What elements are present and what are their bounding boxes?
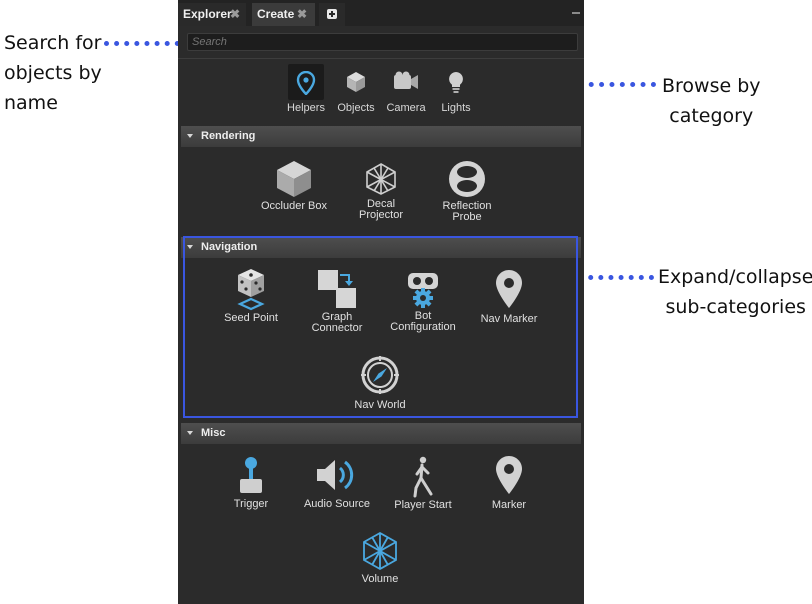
item-label: Occluder Box <box>260 200 328 212</box>
tab-explorer[interactable]: Explorer ✖ <box>178 3 246 26</box>
navigation-highlight-box <box>183 236 578 418</box>
item-label: Decal Projector <box>358 198 404 221</box>
item-label: Audio Source <box>303 498 371 510</box>
map-pin-icon <box>496 456 522 494</box>
close-icon[interactable]: ✖ <box>297 3 307 26</box>
section-title: Rendering <box>201 130 256 142</box>
callout-search: Search for objects by name <box>4 32 102 114</box>
cube-icon <box>347 72 365 92</box>
panel-menu-icon[interactable] <box>572 12 580 14</box>
item-decal-projector[interactable]: Decal Projector <box>336 162 426 221</box>
category-helpers[interactable]: Helpers <box>286 64 326 116</box>
collapse-arrow-icon[interactable] <box>187 431 193 435</box>
category-label: Lights <box>441 102 471 114</box>
speaker-icon <box>317 460 354 490</box>
add-tab-button[interactable] <box>319 3 345 26</box>
location-pin-icon <box>296 71 316 95</box>
item-volume[interactable]: Volume <box>335 531 425 585</box>
item-trigger[interactable]: Trigger <box>206 456 296 510</box>
joystick-icon <box>240 457 262 493</box>
wire-cube-icon <box>366 163 396 195</box>
item-label: Marker <box>491 499 527 511</box>
item-player-start[interactable]: Player Start <box>378 456 468 511</box>
tab-explorer-label: Explorer <box>183 7 232 21</box>
lightbulb-icon <box>449 72 463 93</box>
section-header-misc[interactable]: Misc <box>181 423 581 444</box>
category-objects[interactable]: Objects <box>336 64 376 116</box>
category-camera[interactable]: Camera <box>386 64 426 116</box>
item-reflection-probe[interactable]: Reflection Probe <box>422 160 512 223</box>
divider <box>178 58 584 59</box>
tab-create-label: Create <box>257 7 295 21</box>
item-audio-source[interactable]: Audio Source <box>292 457 382 510</box>
tab-bar: Explorer ✖ Create ✖ <box>178 0 584 26</box>
camera-icon <box>394 71 418 89</box>
close-icon[interactable]: ✖ <box>230 3 240 26</box>
item-marker[interactable]: Marker <box>464 455 554 511</box>
collapse-arrow-icon[interactable] <box>187 134 193 138</box>
item-label: Reflection Probe <box>442 200 492 223</box>
box-icon <box>277 161 311 197</box>
item-label: Volume <box>361 573 399 585</box>
tab-create[interactable]: Create ✖ <box>252 3 315 26</box>
item-label: Player Start <box>394 499 452 511</box>
section-header-rendering[interactable]: Rendering <box>181 126 581 147</box>
category-lights[interactable]: Lights <box>436 64 476 116</box>
search-input[interactable] <box>187 33 578 51</box>
item-occluder-box[interactable]: Occluder Box <box>249 160 339 212</box>
callout-expand: Expand/collapse sub-categories <box>658 266 812 318</box>
callout-browse: Browse by category <box>662 75 761 127</box>
plus-icon <box>327 9 337 19</box>
section-title: Misc <box>201 427 226 439</box>
volume-mesh-icon <box>363 531 397 571</box>
walking-person-icon <box>413 456 433 498</box>
probe-sphere-icon <box>449 161 485 197</box>
item-label: Trigger <box>233 498 269 510</box>
